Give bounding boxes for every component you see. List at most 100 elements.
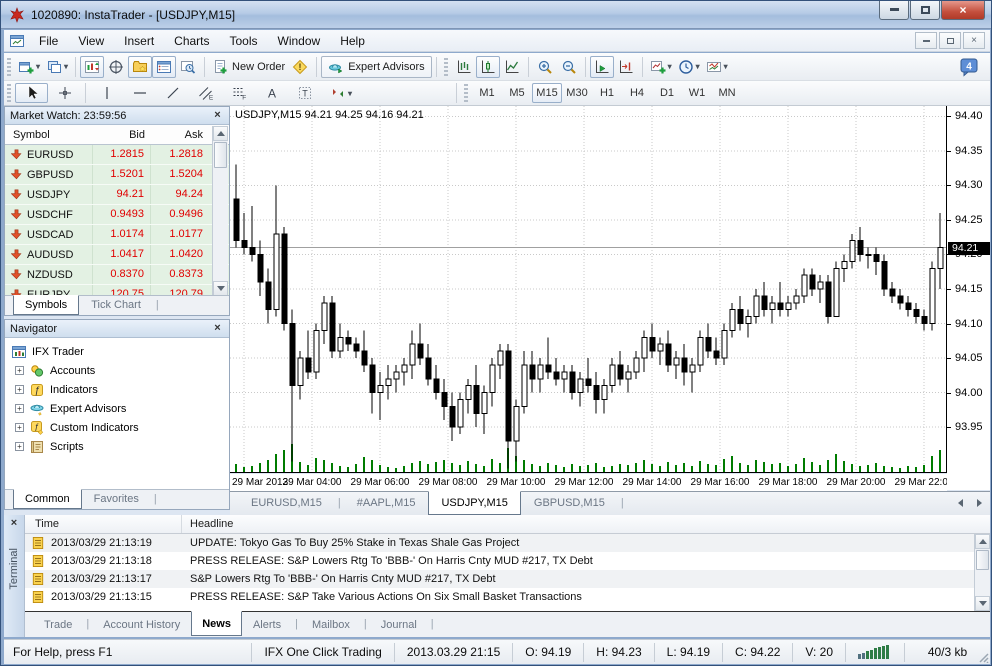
close-button[interactable]: × [941, 1, 985, 20]
mdi-minimize-button[interactable] [915, 32, 937, 49]
scroll-down-button[interactable] [213, 281, 228, 296]
fibonacci-tool[interactable]: F [222, 83, 255, 103]
zoom-out-button[interactable] [557, 56, 581, 78]
tree-item-custom-indicators[interactable]: + ƒ Custom Indicators [11, 418, 229, 437]
period-m15-button[interactable]: M15 [532, 83, 562, 103]
news-row[interactable]: 2013/03/29 21:13:19UPDATE: Tokyo Gas To … [25, 534, 990, 552]
equidistant-channel-tool[interactable]: E [189, 83, 222, 103]
toolbar-drag-handle[interactable] [7, 58, 11, 76]
tab-journal[interactable]: Journal [370, 613, 428, 636]
chart-plot[interactable]: USDJPY,M15 94.21 94.25 94.16 94.21 [230, 106, 947, 473]
market-watch-toggle[interactable] [80, 56, 104, 78]
column-ask[interactable]: Ask [151, 129, 209, 141]
line-chart-button[interactable] [500, 56, 524, 78]
market-watch-close-button[interactable]: × [211, 109, 224, 122]
tab-account-history[interactable]: Account History [92, 613, 191, 636]
market-watch-row[interactable]: EURJPY120.75120.79 [5, 285, 229, 295]
important-button[interactable]: ! [288, 56, 312, 78]
expert-advisors-button[interactable]: Expert Advisors [321, 56, 431, 78]
menu-view[interactable]: View [68, 31, 114, 51]
arrows-tool[interactable]: ▾ [321, 83, 361, 103]
new-order-button[interactable]: New Order [209, 56, 288, 78]
market-watch-row[interactable]: AUDUSD1.04171.0420 [5, 245, 229, 265]
column-bid[interactable]: Bid [93, 129, 151, 141]
chart-tab-eurusd[interactable]: EURUSD,M15 [238, 491, 335, 515]
chart-shift-button[interactable] [614, 56, 638, 78]
mdi-restore-button[interactable] [939, 32, 961, 49]
navigator-close-button[interactable]: × [211, 322, 224, 335]
price-axis[interactable]: 94.4094.3594.3094.2594.2094.1594.1094.05… [947, 106, 990, 490]
terminal-close-button[interactable]: × [8, 517, 21, 530]
tab-mailbox[interactable]: Mailbox [301, 613, 361, 636]
tree-item-expert-advisors[interactable]: + Expert Advisors [11, 399, 229, 418]
tab-tick-chart[interactable]: Tick Chart [79, 295, 153, 315]
market-watch-row[interactable]: USDCHF0.94930.9496 [5, 205, 229, 225]
market-watch-row[interactable]: NZDUSD0.83700.8373 [5, 265, 229, 285]
tab-symbols[interactable]: Symbols [13, 295, 79, 315]
tree-item-scripts[interactable]: + Scripts [11, 437, 229, 456]
menu-window[interactable]: Window [268, 31, 331, 51]
menu-file[interactable]: File [29, 31, 68, 51]
news-scrollbar[interactable] [974, 534, 990, 611]
periods-button[interactable]: ▾ [675, 56, 703, 78]
maximize-button[interactable] [910, 1, 940, 20]
market-watch-row[interactable]: USDCAD1.01741.0177 [5, 225, 229, 245]
candlestick-chart-button[interactable] [476, 56, 500, 78]
market-watch-row[interactable]: GBPUSD1.52011.5204 [5, 165, 229, 185]
tab-trade[interactable]: Trade [33, 613, 83, 636]
time-axis[interactable]: 29 Mar 201329 Mar 04:0029 Mar 06:0029 Ma… [230, 474, 947, 491]
text-label-tool[interactable]: T [288, 83, 321, 103]
trendline-tool[interactable] [156, 83, 189, 103]
menu-tools[interactable]: Tools [220, 31, 268, 51]
expand-icon[interactable]: + [15, 442, 24, 451]
chart-tab-usdjpy[interactable]: USDJPY,M15 [428, 491, 520, 515]
tab-common[interactable]: Common [13, 489, 82, 509]
profiles-button[interactable]: ▾ [43, 56, 71, 78]
market-watch-row[interactable]: EURUSD1.28151.2818 [5, 145, 229, 165]
status-one-click-trading[interactable]: IFX One Click Trading [251, 643, 393, 662]
scroll-up-button[interactable] [975, 534, 990, 549]
navigator-titlebar[interactable]: Navigator × [5, 320, 229, 338]
toolbar-drag-handle[interactable] [7, 84, 11, 102]
tab-news[interactable]: News [191, 611, 242, 636]
news-row[interactable]: 2013/03/29 21:13:18PRESS RELEASE: S&P Lo… [25, 552, 990, 570]
market-watch-titlebar[interactable]: Market Watch: 23:59:56 × [5, 107, 229, 125]
bar-chart-button[interactable] [452, 56, 476, 78]
period-w1-button[interactable]: W1 [682, 83, 712, 103]
text-tool[interactable]: A [255, 83, 288, 103]
vertical-line-tool[interactable] [90, 83, 123, 103]
tree-item-indicators[interactable]: + ƒ Indicators [11, 380, 229, 399]
news-row[interactable]: 2013/03/29 21:13:15PRESS RELEASE: S&P Ta… [25, 588, 990, 606]
period-h1-button[interactable]: H1 [592, 83, 622, 103]
auto-scroll-button[interactable] [590, 56, 614, 78]
tab-favorites[interactable]: Favorites [82, 489, 151, 509]
resize-grip[interactable] [976, 650, 989, 663]
market-watch-scrollbar[interactable] [212, 126, 228, 296]
tree-root-ifx-trader[interactable]: IFX Trader [11, 342, 229, 361]
period-m1-button[interactable]: M1 [472, 83, 502, 103]
new-chart-button[interactable]: ▾ [15, 56, 43, 78]
zoom-in-button[interactable] [533, 56, 557, 78]
market-watch-row[interactable]: USDJPY94.2194.24 [5, 185, 229, 205]
period-mn-button[interactable]: MN [712, 83, 742, 103]
scroll-down-button[interactable] [975, 596, 990, 611]
scroll-thumb[interactable] [214, 142, 227, 168]
toolbar-drag-handle[interactable] [464, 84, 468, 102]
scroll-thumb[interactable] [976, 550, 989, 570]
strategy-tester-button[interactable] [176, 56, 200, 78]
chat-button[interactable]: 4 [956, 56, 982, 78]
mdi-close-button[interactable]: × [963, 32, 985, 49]
expand-icon[interactable]: + [15, 366, 24, 375]
period-d1-button[interactable]: D1 [652, 83, 682, 103]
tab-scroll-left-button[interactable] [954, 499, 963, 507]
tab-scroll-right-button[interactable] [977, 499, 986, 507]
terminal-toggle[interactable] [152, 56, 176, 78]
indicators-button[interactable]: ▾ [647, 56, 675, 78]
column-headline[interactable]: Headline [182, 518, 990, 530]
minimize-button[interactable] [879, 1, 909, 20]
news-row[interactable]: 2013/03/29 21:13:17S&P Lowers Rtg To 'BB… [25, 570, 990, 588]
chart-tab-gbpusd[interactable]: GBPUSD,M15 [521, 491, 618, 515]
tab-alerts[interactable]: Alerts [242, 613, 292, 636]
menu-charts[interactable]: Charts [164, 31, 219, 51]
expand-icon[interactable]: + [15, 404, 24, 413]
